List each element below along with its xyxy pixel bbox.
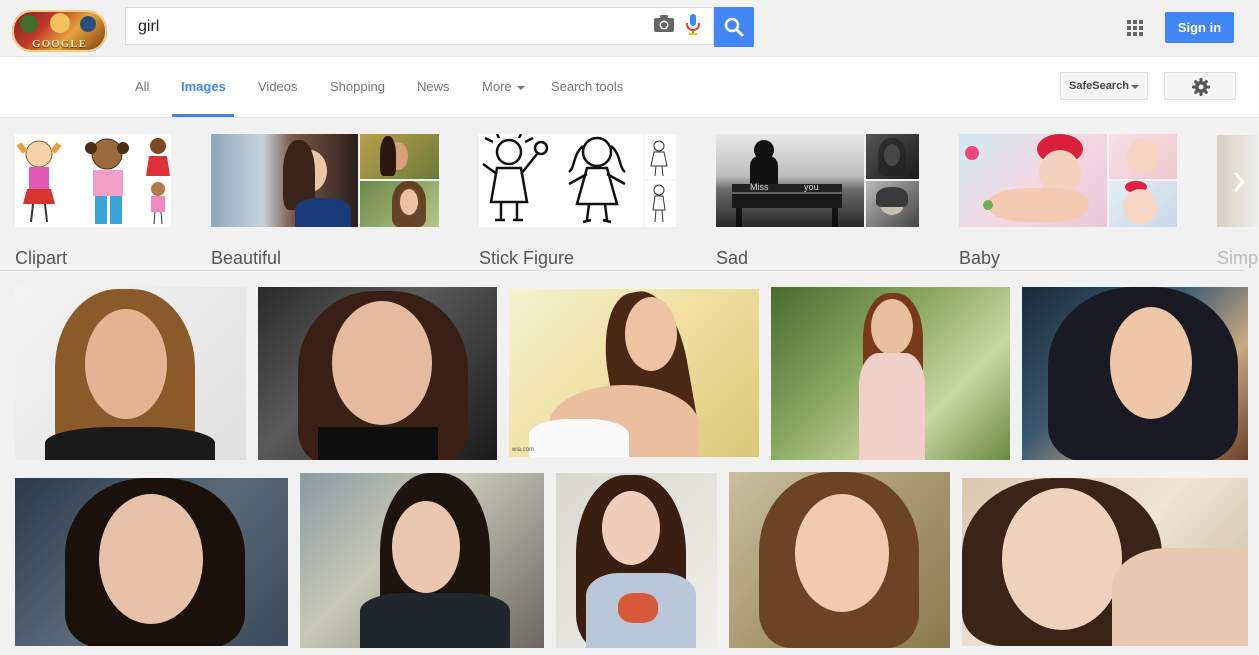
image-result[interactable]	[300, 473, 544, 648]
image-result[interactable]	[962, 478, 1248, 646]
image-result[interactable]	[258, 287, 497, 460]
search-input[interactable]	[136, 15, 640, 39]
related-label: Sad	[716, 248, 749, 268]
chevron-down-icon	[1131, 85, 1139, 89]
stick-figure-drawing	[482, 134, 676, 227]
doodle-decoration	[80, 16, 96, 32]
chevron-right-icon	[1233, 172, 1245, 192]
related-label: Stick Figure	[479, 248, 575, 268]
microphone-icon[interactable]	[685, 14, 701, 36]
related-thumbnail	[866, 134, 919, 179]
related-thumbnail	[211, 134, 358, 227]
related-item-baby[interactable]: Baby	[959, 134, 1177, 268]
divider	[0, 270, 1244, 271]
gear-icon	[1192, 78, 1210, 96]
chevron-down-icon	[516, 85, 525, 90]
related-thumbnail	[15, 134, 171, 227]
related-thumbnail	[360, 181, 439, 227]
search-tabs-bar: All Images Videos Shopping News More Sea…	[0, 57, 1259, 118]
search-icon	[724, 17, 744, 37]
related-item-clipart[interactable]: Clipart	[15, 134, 172, 268]
tab-all[interactable]: All	[135, 79, 149, 94]
search-box	[125, 7, 714, 45]
apps-grid-icon[interactable]	[1127, 20, 1143, 36]
doodle-decoration	[50, 13, 70, 33]
sad-caption-right: you	[804, 182, 819, 192]
header: GOOGLE Sign in	[0, 0, 1259, 57]
doodle-decoration	[20, 15, 38, 33]
search-button[interactable]	[714, 7, 754, 47]
related-thumbnail	[866, 181, 919, 227]
settings-button[interactable]	[1164, 72, 1236, 100]
tab-more[interactable]: More	[482, 79, 525, 94]
related-label: Baby	[959, 248, 1001, 268]
sad-caption-left: Miss	[750, 182, 769, 192]
related-thumbnail	[1109, 181, 1177, 227]
safesearch-label: SafeSearch	[1069, 80, 1129, 92]
related-thumbnail	[479, 134, 676, 227]
related-thumbnail	[959, 134, 1107, 227]
tab-search-tools[interactable]: Search tools	[551, 79, 623, 94]
related-item-sad[interactable]: Miss you Sad	[716, 134, 919, 268]
image-result[interactable]	[771, 287, 1010, 460]
active-tab-indicator	[172, 114, 234, 117]
related-label: Simp	[1217, 248, 1259, 268]
clipart-kids-image	[16, 138, 170, 225]
image-result[interactable]	[15, 478, 288, 646]
tab-images[interactable]: Images	[181, 79, 226, 94]
camera-icon[interactable]	[653, 15, 675, 33]
logo-text: GOOGLE	[32, 38, 87, 50]
tab-news[interactable]: News	[417, 79, 450, 94]
image-result[interactable]	[729, 472, 950, 648]
related-item-stick-figure[interactable]: Stick Figure	[479, 134, 676, 268]
sign-in-button[interactable]: Sign in	[1165, 12, 1234, 43]
tab-videos[interactable]: Videos	[258, 79, 298, 94]
google-doodle-logo[interactable]: GOOGLE	[12, 10, 107, 52]
image-watermark: wia.com	[512, 447, 535, 453]
related-searches: Clipart Beautiful Stick Figure Miss you …	[0, 118, 1259, 272]
related-thumbnail	[1109, 134, 1177, 179]
safesearch-dropdown[interactable]: SafeSearch	[1060, 72, 1148, 100]
related-thumbnail: Miss you	[716, 134, 864, 227]
image-result[interactable]	[556, 473, 717, 648]
related-label: Beautiful	[211, 248, 282, 268]
related-thumbnail	[360, 134, 439, 179]
related-next-button[interactable]	[1217, 135, 1259, 227]
image-result[interactable]	[15, 287, 246, 460]
tab-more-label: More	[482, 79, 512, 94]
tab-shopping[interactable]: Shopping	[330, 79, 385, 94]
related-label: Clipart	[15, 248, 68, 268]
related-item-beautiful[interactable]: Beautiful	[211, 134, 439, 268]
image-result[interactable]: wia.com	[509, 289, 759, 457]
image-result[interactable]	[1022, 287, 1248, 460]
